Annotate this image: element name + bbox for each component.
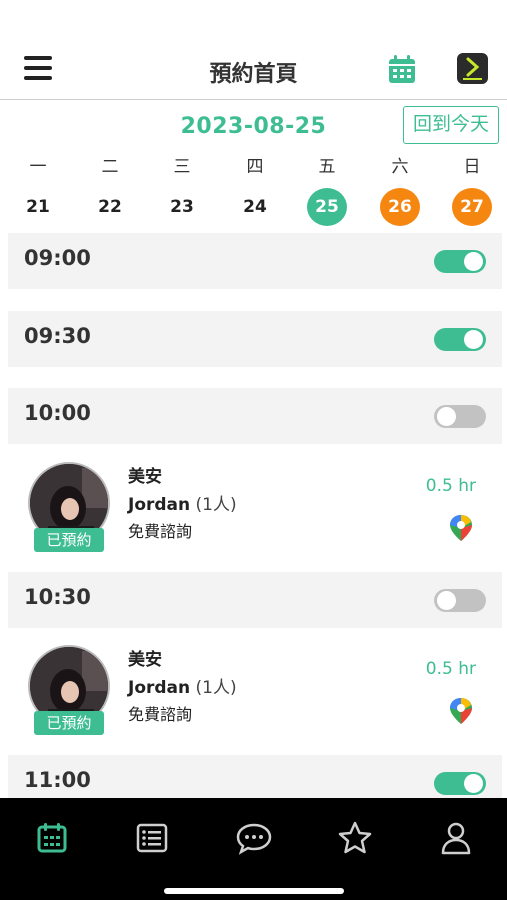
time-slot: 09:30 [8,311,502,367]
service-name: 免費諮詢 [128,522,193,541]
app-header: 預約首頁 [0,40,507,100]
slot-time: 10:30 [24,585,91,609]
time-slot: 09:00 [8,233,502,289]
client-line: Jordan (1人) [128,673,237,698]
booking-card[interactable]: 已預約 美安 Jordan (1人) 免費諮詢 0.5 hr [8,631,502,751]
tab-chat-icon[interactable] [234,820,274,856]
slot-toggle[interactable] [434,772,486,795]
booking-name: 美安 [128,650,162,670]
weekday-label: 五 [318,157,336,177]
day-22[interactable]: 22 [90,188,130,226]
weekday-label: 一 [29,157,47,177]
tab-profile-icon[interactable] [436,820,476,856]
day-21[interactable]: 21 [18,188,58,226]
back-to-today-button[interactable]: 回到今天 [403,106,499,144]
weekday-label: 二 [101,157,119,177]
slot-time: 10:00 [24,401,91,425]
slot-toggle[interactable] [434,328,486,351]
map-pin-icon[interactable] [448,514,474,542]
slot-toggle[interactable] [434,250,486,273]
booked-status-badge: 已預約 [34,528,104,552]
home-indicator [164,888,344,894]
client-line: Jordan (1人) [128,490,237,515]
day-25-selected[interactable]: 25 [307,188,347,226]
client-name: Jordan [128,678,191,698]
people-count: (1人) [195,495,237,515]
day-24[interactable]: 24 [235,188,275,226]
weekday-label: 三 [173,157,191,177]
weekday-label: 六 [391,157,409,177]
slot-toggle[interactable] [434,405,486,428]
bottom-tab-bar [0,798,507,900]
day-26-weekend[interactable]: 26 [380,188,420,226]
duration: 0.5 hr [425,476,476,496]
week-days: 21 22 23 24 25 26 27 [0,188,507,228]
tab-calendar-icon[interactable] [32,820,72,856]
time-slot: 10:30 [8,572,502,628]
booking-card[interactable]: 已預約 美安 Jordan (1人) 免費諮詢 0.5 hr [8,448,502,568]
day-23[interactable]: 23 [162,188,202,226]
slot-time: 09:00 [24,246,91,270]
slot-time: 09:30 [24,324,91,348]
service-name: 免費諮詢 [128,705,193,724]
duration: 0.5 hr [425,659,476,679]
date-navigation: 2023-08-25 回到今天 [0,104,507,148]
time-slot: 10:00 [8,388,502,444]
weekday-header: 一 二 三 四 五 六 日 [0,152,507,177]
page-title: 預約首頁 [209,62,298,87]
tab-list-icon[interactable] [132,820,172,856]
calendar-icon[interactable] [388,54,416,84]
booked-status-badge: 已預約 [34,711,104,735]
tab-star-icon[interactable] [335,820,375,856]
day-27-weekend[interactable]: 27 [452,188,492,226]
client-name: Jordan [128,495,191,515]
weekday-label: 四 [246,157,264,177]
weekday-label: 日 [463,157,481,177]
booking-name: 美安 [128,467,162,487]
app-logo[interactable] [457,53,488,84]
slot-toggle[interactable] [434,589,486,612]
slot-time: 11:00 [24,768,91,792]
people-count: (1人) [195,678,237,698]
map-pin-icon[interactable] [448,697,474,725]
